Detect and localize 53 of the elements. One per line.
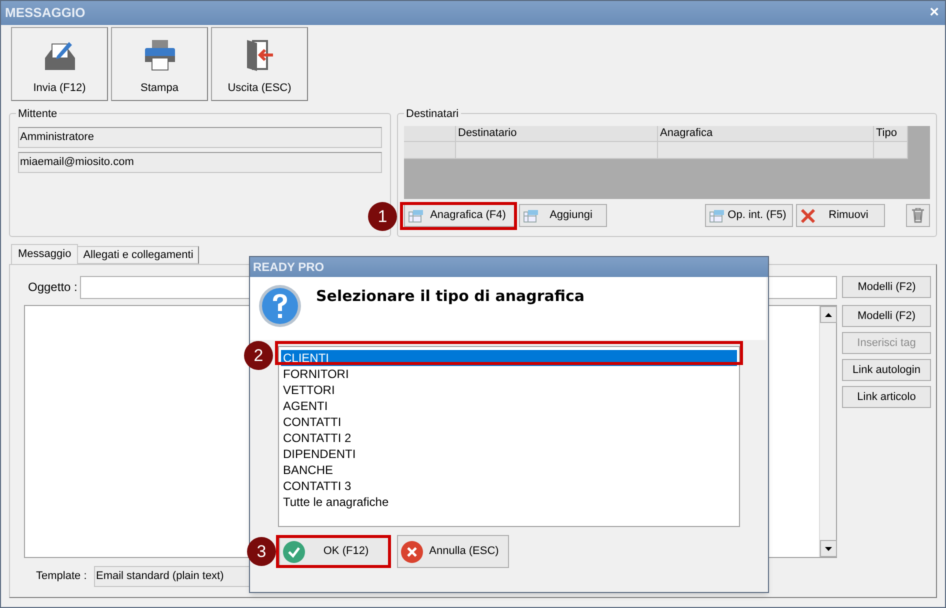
- tab[interactable]: Messaggio: [11, 244, 78, 264]
- text-field[interactable]: Amministratore: [18, 127, 382, 148]
- cancel-button[interactable]: Annulla (ESC): [397, 535, 509, 568]
- column-header: Tipo: [874, 126, 908, 142]
- table-icon: [523, 208, 539, 222]
- step-badge: 1: [368, 202, 397, 231]
- printer-icon: [142, 38, 176, 72]
- dialog-title: READY PRO: [250, 257, 768, 277]
- table-cell: [874, 142, 908, 159]
- row-header: [404, 142, 456, 159]
- toolbar-button[interactable]: Uscita (ESC): [211, 27, 308, 101]
- check-icon: [283, 540, 305, 562]
- list-item[interactable]: CONTATTI 2: [281, 430, 737, 446]
- tab[interactable]: Allegati e collegamenti: [78, 246, 200, 264]
- toolbar-button[interactable]: Stampa: [111, 27, 208, 101]
- list-item[interactable]: DIPENDENTI: [281, 446, 737, 462]
- action-button[interactable]: Op. int. (F5): [705, 204, 793, 227]
- field-label: Template :: [35, 569, 88, 584]
- list-item[interactable]: FORNITORI: [281, 366, 737, 382]
- side-button[interactable]: Modelli (F2): [842, 305, 931, 327]
- column-header: Destinatario: [456, 126, 658, 142]
- table-icon: [408, 208, 424, 222]
- down-arrow-icon: [825, 546, 832, 550]
- side-button[interactable]: Link articolo: [842, 386, 931, 408]
- list-item[interactable]: Tutte le anagrafiche: [281, 494, 737, 510]
- toolbar-button[interactable]: Invia (F12): [11, 27, 108, 101]
- list-item[interactable]: AGENTI: [281, 398, 737, 414]
- delete-button[interactable]: [906, 204, 930, 227]
- side-button[interactable]: Link autologin: [842, 359, 931, 381]
- close-icon: [800, 208, 816, 224]
- table-icon: [709, 208, 725, 222]
- action-button[interactable]: Aggiungi: [519, 204, 607, 227]
- up-arrow-icon: [825, 312, 832, 316]
- action-button[interactable]: Anagrafica (F4): [404, 204, 516, 227]
- list-item[interactable]: VETTORI: [281, 382, 737, 398]
- list-item[interactable]: CONTATTI: [281, 414, 737, 430]
- row-header: [404, 126, 456, 142]
- list-item[interactable]: CONTATTI 3: [281, 478, 737, 494]
- column-header: Anagrafica: [658, 126, 874, 142]
- scroll-down-button[interactable]: [820, 540, 837, 557]
- window-title: MESSAGGIO: [5, 4, 86, 22]
- field-label: Oggetto :: [27, 279, 78, 296]
- list-item[interactable]: BANCHE: [281, 462, 737, 478]
- templates-button[interactable]: Modelli (F2): [842, 276, 931, 298]
- text-field[interactable]: miaemail@miosito.com: [18, 152, 382, 173]
- type-list[interactable]: CLIENTI FORNITORI VETTORI AGENTI CONTATTI CONTATTI 2 DIPENDENTI BANCHE CONTATTI 3 Tutte le anagrafiche: [278, 346, 740, 527]
- scroll-up-button[interactable]: [820, 306, 837, 323]
- trash-icon: [911, 208, 925, 223]
- question-icon: [258, 284, 302, 328]
- scrollbar[interactable]: [819, 306, 836, 557]
- action-button[interactable]: Rimuovi: [796, 204, 885, 227]
- dialog-message: Selezionare il tipo di anagrafica: [316, 286, 585, 307]
- close-icon: [401, 540, 423, 562]
